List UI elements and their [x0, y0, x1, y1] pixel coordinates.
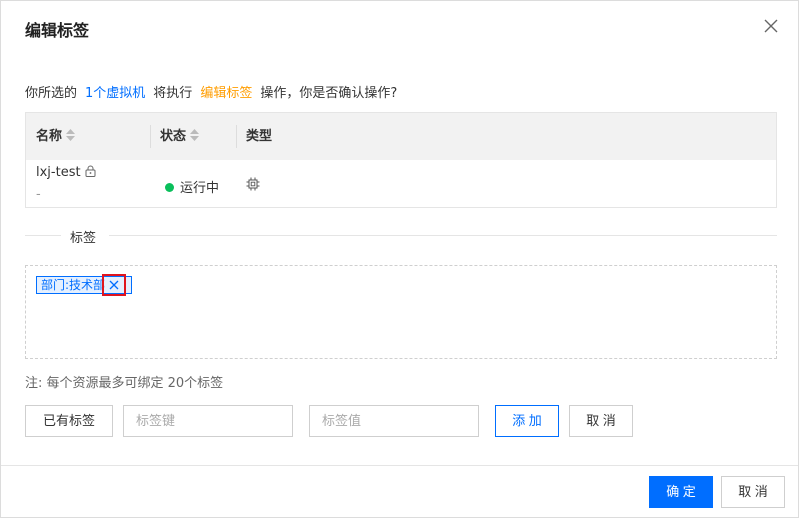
- tag-input-area[interactable]: 部门:技术部: [25, 265, 777, 359]
- column-name-label: 名称: [36, 129, 63, 144]
- tag-chip-text: 部门:技术部: [41, 278, 106, 292]
- column-status-header[interactable]: 状态: [150, 113, 236, 160]
- dialog-title: 编辑标签: [25, 21, 90, 40]
- column-type-header: 类型: [236, 113, 286, 160]
- close-icon[interactable]: [762, 17, 780, 35]
- confirm-prefix: 你所选的: [25, 86, 78, 101]
- ok-button[interactable]: 确 定: [649, 476, 713, 508]
- status-cell: 运行中: [165, 177, 219, 196]
- status-dot-icon: [165, 183, 174, 192]
- column-type-label: 类型: [246, 129, 273, 144]
- chip-icon: [246, 177, 260, 191]
- table-header: 名称 状态 类型: [26, 113, 776, 160]
- existing-tags-button[interactable]: 已有标签: [25, 405, 113, 437]
- tags-section-header: 标签: [25, 225, 777, 246]
- status-text: 运行中: [180, 181, 220, 196]
- close-icon: [109, 280, 119, 290]
- vm-name: lxj-test: [36, 165, 96, 180]
- tag-key-input[interactable]: [123, 405, 293, 437]
- lock-icon: [85, 165, 96, 177]
- vm-subtitle: -: [36, 187, 41, 202]
- resource-table: 名称 状态 类型 lxj-test - 运行中: [25, 112, 777, 208]
- add-tag-button[interactable]: 添 加: [495, 405, 559, 437]
- footer-cancel-button[interactable]: 取 消: [721, 476, 785, 508]
- column-name-header[interactable]: 名称: [26, 113, 150, 160]
- dialog-header: 编辑标签: [1, 1, 798, 57]
- tag-value-input[interactable]: [309, 405, 479, 437]
- footer-divider: [1, 465, 798, 466]
- tags-section-label: 标签: [70, 231, 97, 246]
- tag-limit-note: 注: 每个资源最多可绑定 20个标签: [25, 376, 224, 391]
- confirm-message: 你所选的 1个虚拟机 将执行 编辑标签 操作，你是否确认操作?: [25, 82, 397, 101]
- confirm-suffix: 操作，你是否确认操作?: [260, 86, 398, 101]
- divider: [109, 235, 777, 236]
- vm-name-text: lxj-test: [36, 165, 81, 180]
- target-count-link[interactable]: 1个虚拟机: [85, 86, 145, 101]
- sort-icon[interactable]: [190, 129, 200, 141]
- action-name: 编辑标签: [200, 86, 253, 101]
- tag-remove-button[interactable]: [102, 274, 126, 296]
- sort-icon[interactable]: [66, 129, 76, 141]
- confirm-middle: 将执行: [153, 86, 193, 101]
- divider: [25, 235, 61, 236]
- edit-tags-dialog: 编辑标签 你所选的 1个虚拟机 将执行 编辑标签 操作，你是否确认操作? 名称 状态 类…: [0, 0, 799, 518]
- column-status-label: 状态: [160, 129, 187, 144]
- cancel-tag-button[interactable]: 取 消: [569, 405, 633, 437]
- table-row: lxj-test - 运行中: [26, 160, 776, 208]
